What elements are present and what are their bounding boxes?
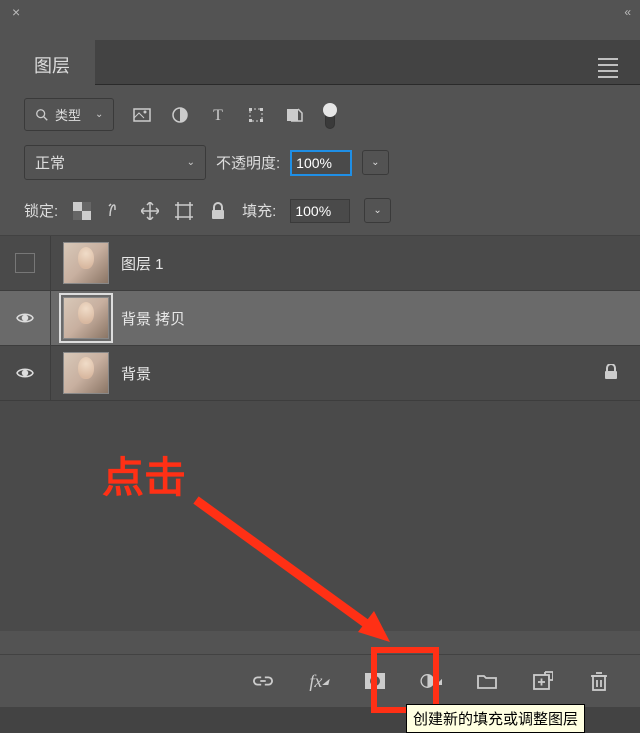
group-button[interactable]: [476, 670, 498, 692]
lock-artboard-icon[interactable]: [174, 201, 194, 221]
delete-layer-button[interactable]: [588, 670, 610, 692]
layer-style-button[interactable]: fx◢: [308, 670, 330, 692]
tooltip: 创建新的填充或调整图层: [406, 704, 585, 733]
blend-mode-select[interactable]: 正常 ⌄: [24, 145, 206, 180]
collapse-panel-button[interactable]: «: [624, 5, 628, 19]
opacity-input[interactable]: [290, 150, 352, 176]
fill-label: 填充:: [242, 200, 276, 221]
visibility-toggle[interactable]: [0, 346, 51, 400]
layer-thumbnail[interactable]: [63, 352, 109, 394]
layer-row[interactable]: 图层 1: [0, 236, 640, 291]
fill-input[interactable]: [290, 199, 350, 223]
layer-thumbnail[interactable]: [63, 242, 109, 284]
filter-label: 类型: [55, 105, 81, 124]
link-layers-button[interactable]: [252, 670, 274, 692]
filter-type-icon[interactable]: T: [208, 105, 228, 125]
layer-filter-select[interactable]: 类型 ⌄: [24, 98, 114, 131]
chevron-down-icon: ⌄: [187, 157, 195, 168]
layer-name[interactable]: 背景 拷贝: [121, 308, 185, 329]
chevron-down-icon: ⌄: [95, 109, 103, 120]
close-panel-button[interactable]: ×: [12, 4, 20, 20]
lock-transparent-icon[interactable]: [72, 201, 92, 221]
layer-row[interactable]: 背景: [0, 346, 640, 401]
opacity-dropdown[interactable]: ⌄: [362, 150, 388, 175]
new-layer-button[interactable]: [532, 670, 554, 692]
filter-adjustment-icon[interactable]: [170, 105, 190, 125]
adjustment-layer-button[interactable]: ◢: [420, 670, 442, 692]
layer-row[interactable]: 背景 拷贝: [0, 291, 640, 346]
visibility-toggle[interactable]: [0, 291, 51, 345]
layer-thumbnail[interactable]: [63, 297, 109, 339]
opacity-label: 不透明度:: [216, 152, 280, 173]
lock-all-icon[interactable]: [208, 201, 228, 221]
blend-mode-value: 正常: [35, 152, 65, 173]
layer-name[interactable]: 图层 1: [121, 253, 164, 274]
panel-menu-button[interactable]: [598, 54, 618, 82]
lock-icon: [604, 364, 618, 383]
filter-smart-icon[interactable]: [284, 105, 304, 125]
filter-shape-icon[interactable]: [246, 105, 266, 125]
svg-text:T: T: [214, 107, 224, 124]
lock-image-icon[interactable]: [106, 201, 126, 221]
fill-dropdown[interactable]: ⌄: [364, 198, 390, 223]
search-icon: [35, 108, 49, 122]
layer-name[interactable]: 背景: [121, 363, 151, 384]
filter-toggle[interactable]: [322, 105, 338, 125]
lock-position-icon[interactable]: [140, 201, 160, 221]
filter-pixel-icon[interactable]: [132, 105, 152, 125]
annotation-label: 点击: [102, 444, 186, 505]
tab-layers[interactable]: 图层: [16, 40, 88, 88]
visibility-toggle[interactable]: [0, 236, 51, 290]
layer-mask-button[interactable]: [364, 670, 386, 692]
lock-label: 锁定:: [24, 200, 58, 221]
